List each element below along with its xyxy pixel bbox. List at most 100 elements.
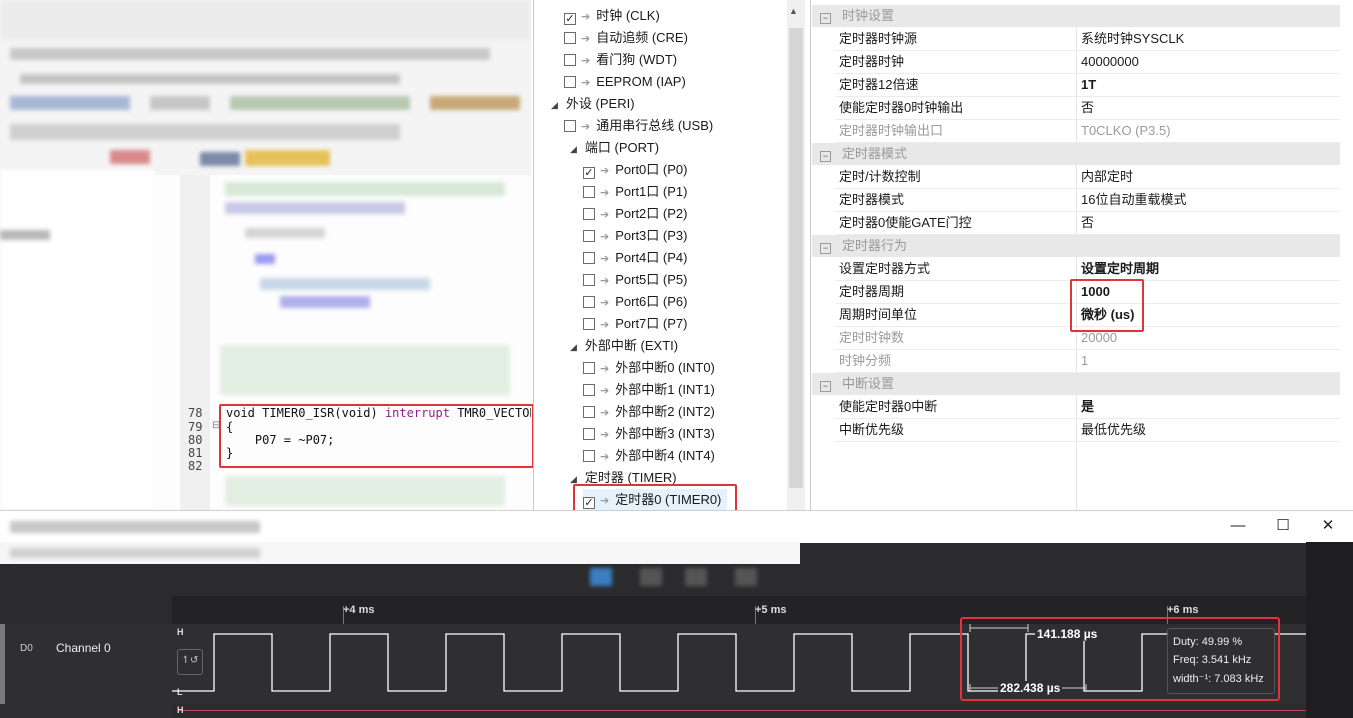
tree-item-p1[interactable]: ➔ Port1口 (P1) bbox=[583, 181, 687, 203]
time-tick-label: +6 ms bbox=[1167, 604, 1199, 616]
checkbox[interactable]: ✓ bbox=[583, 167, 595, 179]
next-channel-trace bbox=[178, 710, 1306, 711]
tree-item-int2[interactable]: ➔ 外部中断2 (INT2) bbox=[583, 401, 715, 423]
next-channel-strip bbox=[172, 704, 1306, 718]
collapse-icon[interactable]: − bbox=[820, 381, 831, 392]
category-mode[interactable]: − 定时器模式 bbox=[812, 143, 1340, 165]
tree-item-int1[interactable]: ➔ 外部中断1 (INT1) bbox=[583, 379, 715, 401]
analyzer-menubar bbox=[0, 542, 800, 564]
expand-triangle-icon[interactable]: ◢ bbox=[570, 144, 577, 154]
prop-row[interactable]: 定时器时钟 40000000 bbox=[835, 51, 1340, 74]
prop-row: 定时器时钟输出口 T0CLKO (P3.5) bbox=[835, 120, 1340, 143]
arrow-icon: ➔ bbox=[581, 121, 591, 133]
arrow-icon: ➔ bbox=[581, 55, 591, 67]
tree-item-int3[interactable]: ➔ 外部中断3 (INT3) bbox=[583, 423, 715, 445]
arrow-icon: ➔ bbox=[600, 187, 610, 199]
tree-item-int0[interactable]: ➔ 外部中断0 (INT0) bbox=[583, 357, 715, 379]
checkbox[interactable]: ✓ bbox=[564, 13, 576, 25]
tree-item-p2[interactable]: ➔ Port2口 (P2) bbox=[583, 203, 687, 225]
line-number: 82 bbox=[188, 459, 203, 473]
prop-row[interactable]: 定时器时钟源 系统时钟SYSCLK bbox=[835, 28, 1340, 51]
line-number: 81 bbox=[188, 446, 203, 460]
arrow-icon: ➔ bbox=[600, 385, 610, 397]
category-behavior[interactable]: − 定时器行为 bbox=[812, 235, 1340, 257]
tree-group-exti[interactable]: ◢ 外部中断 (EXTI) bbox=[570, 335, 678, 357]
channel-panel bbox=[0, 624, 172, 718]
tree-item-p3[interactable]: ➔ Port3口 (P3) bbox=[583, 225, 687, 247]
prop-row[interactable]: 定时器0使能GATE门控否 bbox=[835, 212, 1340, 235]
expand-triangle-icon[interactable]: ◢ bbox=[570, 342, 577, 352]
checkbox[interactable] bbox=[564, 76, 576, 88]
collapse-icon[interactable]: − bbox=[820, 151, 831, 162]
time-tick-label: +5 ms bbox=[755, 604, 787, 616]
expand-triangle-icon[interactable]: ◢ bbox=[551, 100, 558, 110]
tree-group-peri[interactable]: ◢ 外设 (PERI) bbox=[551, 93, 635, 115]
period-highlight-box bbox=[1070, 279, 1144, 332]
tree-item-p5[interactable]: ➔ Port5口 (P5) bbox=[583, 269, 687, 291]
tree-item-iap[interactable]: ➔ EEPROM (IAP) bbox=[564, 71, 686, 93]
checkbox[interactable] bbox=[583, 406, 595, 418]
next-channel-high-label: H bbox=[177, 705, 184, 715]
tree-item-clk[interactable]: ✓ ➔ 时钟 (CLK) bbox=[564, 5, 660, 27]
prop-row[interactable]: 中断优先级 最低优先级 bbox=[835, 419, 1340, 442]
checkbox[interactable] bbox=[583, 362, 595, 374]
collapse-icon[interactable]: − bbox=[820, 13, 831, 24]
arrow-icon: ➔ bbox=[600, 363, 610, 375]
tree-item-p0[interactable]: ✓ ➔ Port0口 (P0) bbox=[583, 159, 687, 181]
arrow-icon: ➔ bbox=[600, 319, 610, 331]
tree-item-p4[interactable]: ➔ Port4口 (P4) bbox=[583, 247, 687, 269]
checkbox[interactable] bbox=[583, 450, 595, 462]
tree-group-port[interactable]: ◢ 端口 (PORT) bbox=[570, 137, 659, 159]
waveform-highlight-box bbox=[960, 617, 1280, 701]
checkbox[interactable] bbox=[583, 274, 595, 286]
arrow-icon: ➔ bbox=[600, 209, 610, 221]
prop-row[interactable]: 使能定时器0中断是 bbox=[835, 396, 1340, 419]
arrow-icon: ➔ bbox=[581, 11, 591, 23]
close-button[interactable]: ✕ bbox=[1305, 512, 1351, 540]
tree-scrollbar-thumb[interactable] bbox=[789, 28, 803, 488]
time-tick-label: +4 ms bbox=[343, 604, 375, 616]
tree-item-wdt[interactable]: ➔ 看门狗 (WDT) bbox=[564, 49, 677, 71]
analyzer-titlebar bbox=[0, 510, 1353, 543]
prop-row[interactable]: 定时器模式 16位自动重载模式 bbox=[835, 189, 1340, 212]
checkbox[interactable] bbox=[583, 318, 595, 330]
checkbox[interactable] bbox=[564, 32, 576, 44]
arrow-icon: ➔ bbox=[581, 77, 591, 89]
line-number: 79 bbox=[188, 420, 203, 434]
checkbox[interactable] bbox=[583, 384, 595, 396]
prop-row[interactable]: 使能定时器0时钟输出否 bbox=[835, 97, 1340, 120]
line-number: 80 bbox=[188, 433, 203, 447]
channel-id: D0 bbox=[20, 643, 33, 654]
prop-row[interactable]: 设置定时器方式 设置定时周期 bbox=[835, 258, 1340, 281]
channel-color-bar bbox=[0, 624, 5, 704]
category-interrupt[interactable]: − 中断设置 bbox=[812, 373, 1340, 395]
tree-item-cre[interactable]: ➔ 自动追频 (CRE) bbox=[564, 27, 688, 49]
checkbox[interactable] bbox=[564, 120, 576, 132]
arrow-icon: ➔ bbox=[581, 33, 591, 45]
arrow-icon: ➔ bbox=[600, 231, 610, 243]
expand-triangle-icon[interactable]: ◢ bbox=[570, 474, 577, 484]
collapse-icon[interactable]: − bbox=[820, 243, 831, 254]
arrow-icon: ➔ bbox=[600, 253, 610, 265]
tree-item-int4[interactable]: ➔ 外部中断4 (INT4) bbox=[583, 445, 715, 467]
prop-row[interactable]: 定时/计数控制 内部定时 bbox=[835, 166, 1340, 189]
tree-item-p7[interactable]: ➔ Port7口 (P7) bbox=[583, 313, 687, 335]
checkbox[interactable] bbox=[583, 252, 595, 264]
prop-row: 时钟分频 1 bbox=[835, 350, 1340, 373]
channel-name[interactable]: Channel 0 bbox=[56, 641, 111, 655]
tree-item-p6[interactable]: ➔ Port6口 (P6) bbox=[583, 291, 687, 313]
minimize-button[interactable]: — bbox=[1215, 512, 1261, 540]
checkbox[interactable] bbox=[583, 208, 595, 220]
tree-item-usb[interactable]: ➔ 通用串行总线 (USB) bbox=[564, 115, 713, 137]
checkbox[interactable] bbox=[583, 296, 595, 308]
arrow-icon: ➔ bbox=[600, 275, 610, 287]
checkbox[interactable] bbox=[583, 230, 595, 242]
prop-row[interactable]: 定时器12倍速 1T bbox=[835, 74, 1340, 97]
scroll-up-icon[interactable]: ▲ bbox=[789, 6, 798, 16]
checkbox[interactable] bbox=[564, 54, 576, 66]
checkbox[interactable] bbox=[583, 428, 595, 440]
maximize-button[interactable]: ☐ bbox=[1260, 512, 1306, 540]
line-number: 78 bbox=[188, 406, 203, 420]
category-clock[interactable]: − 时钟设置 bbox=[812, 5, 1340, 27]
checkbox[interactable] bbox=[583, 186, 595, 198]
